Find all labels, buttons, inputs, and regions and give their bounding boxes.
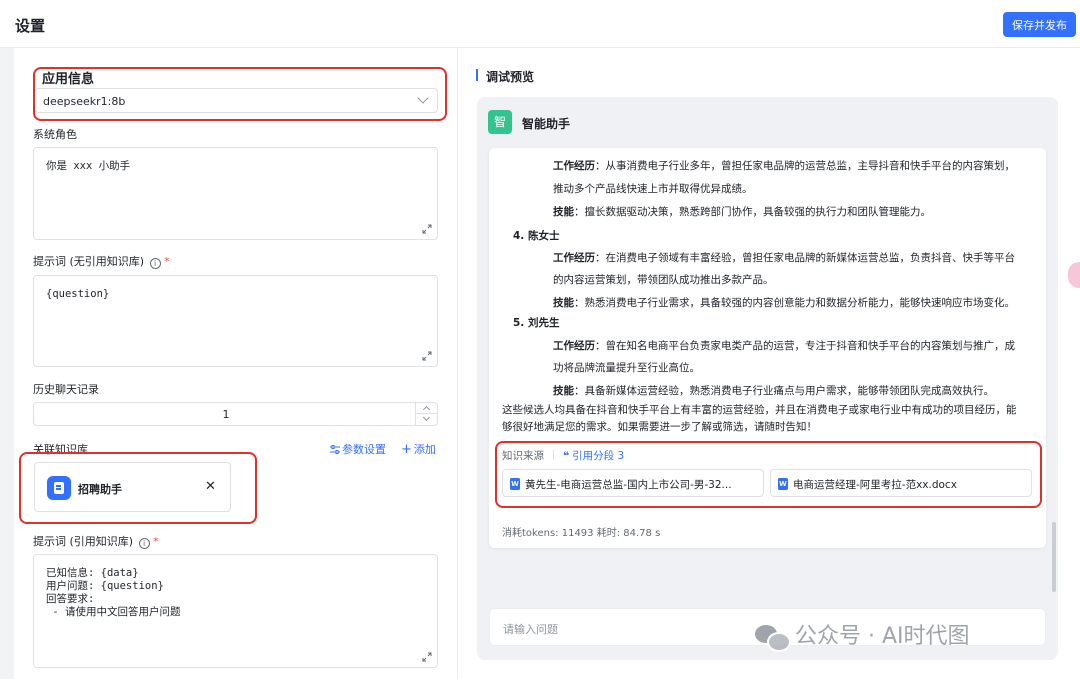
watermark: 公众号 · AI时代图 <box>755 618 970 652</box>
sliders-icon <box>330 445 340 454</box>
save-publish-button[interactable]: 保存并发布 <box>1003 12 1076 37</box>
system-role-label: 系统角色 <box>33 128 77 141</box>
message-line: 5. 刘先生 <box>513 317 560 329</box>
prompt-no-kb-textarea[interactable]: {question} <box>33 275 438 367</box>
history-value: 1 <box>222 408 230 421</box>
message-line: 工作经历：从事消费电子行业多年，曾担任家电品牌的运营总监，主导抖音和快手平台的内… <box>553 160 1015 172</box>
expand-icon[interactable] <box>422 351 432 361</box>
chat-scrollbar[interactable] <box>1052 522 1056 592</box>
message-line: 工作经历：在消费电子领域有丰富经验，曾担任家电品牌的新媒体运营总监，负责抖音、快… <box>553 252 1015 264</box>
chat-input-placeholder: 请输入问题 <box>503 623 558 636</box>
token-usage: 消耗tokens: 11493 耗时: 84.78 s <box>502 528 661 539</box>
message-line: 够很好地满足您的需求。如果需要进一步了解或筛选，请随时告知！ <box>502 421 817 433</box>
system-role-textarea[interactable]: 你是 xxx 小助手 <box>33 147 438 240</box>
message-line: 技能：具备新媒体运营经验，熟悉消费电子行业痛点与用户需求，能够带领团队完成高效执… <box>553 385 994 397</box>
prompt-no-kb-label: 提示词 (无引用知识库) i * <box>33 255 170 269</box>
message-line: 功将品牌流量提升至行业高位。 <box>553 362 700 374</box>
message-line: 4. 陈女士 <box>513 230 560 242</box>
message-line: 这些候选人均具备在抖音和快手平台上有丰富的运营经验，并且在消费电子或家电行业中有… <box>502 404 1017 416</box>
param-settings-button[interactable]: 参数设置 <box>330 441 386 457</box>
prompt-kb-value: 已知信息: {data} 用户问题: {question} 回答要求: - 请使… <box>46 567 181 618</box>
highlight-box-knowledge <box>19 452 257 524</box>
highlight-box-sources <box>495 441 1042 508</box>
top-header: 设置 保存并发布 <box>0 0 1080 48</box>
info-icon[interactable]: i <box>149 258 161 269</box>
preview-title: 调试预览 <box>486 70 535 84</box>
plus-icon: + <box>401 442 412 457</box>
system-role-value: 你是 xxx 小助手 <box>46 160 131 172</box>
prompt-kb-textarea[interactable]: 已知信息: {data} 用户问题: {question} 回答要求: - 请使… <box>33 554 438 668</box>
page-title: 设置 <box>15 17 46 35</box>
expand-icon[interactable] <box>422 224 432 234</box>
message-line: 技能：熟悉消费电子行业需求，具备较强的内容创意能力和数据分析能力，能够快速响应市… <box>553 297 1015 309</box>
info-icon[interactable]: i <box>138 538 150 549</box>
assistant-name: 智能助手 <box>522 117 571 131</box>
history-stepper[interactable]: 1 <box>33 402 438 426</box>
stepper-buttons <box>415 403 437 425</box>
message-line: 的内容运营策划，带领团队成功推出多款产品。 <box>553 274 774 286</box>
prompt-no-kb-value: {question} <box>46 288 110 300</box>
preview-title-bar <box>476 69 478 81</box>
wechat-icon <box>755 623 791 652</box>
highlight-box-app-info <box>33 67 447 121</box>
add-knowledge-button[interactable]: + 添加 <box>401 441 436 457</box>
floating-assistant-bubble[interactable] <box>1068 262 1080 288</box>
required-mark: * <box>164 255 170 268</box>
message-line: 推动多个产品线快速上市并取得优异成绩。 <box>553 183 753 195</box>
prompt-kb-label: 提示词 (引用知识库) i * <box>33 535 159 549</box>
message-line: 技能：擅长数据驱动决策，熟悉跨部门协作，具备较强的执行力和团队管理能力。 <box>553 206 931 218</box>
expand-icon[interactable] <box>422 652 432 662</box>
message-line: 工作经历：曾在知名电商平台负责家电类产品的运营，专注于抖音和快手平台的内容策划与… <box>553 340 1015 352</box>
step-down-button[interactable] <box>416 414 437 425</box>
step-up-button[interactable] <box>416 403 437 414</box>
required-mark: * <box>153 535 159 548</box>
assistant-avatar: 智 <box>488 110 512 134</box>
history-label: 历史聊天记录 <box>33 383 99 396</box>
